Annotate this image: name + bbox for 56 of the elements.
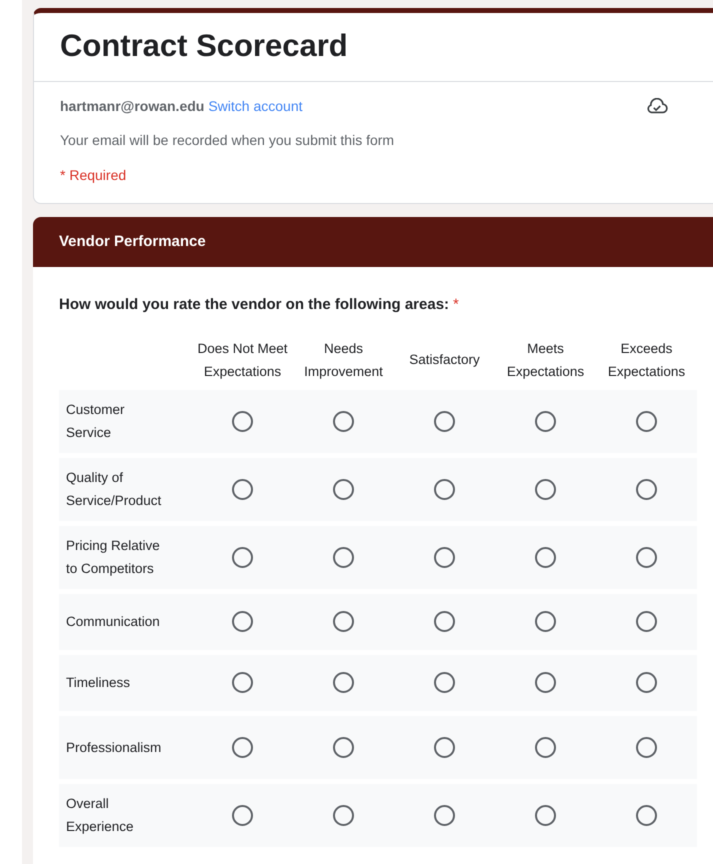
required-mark: * — [453, 295, 459, 315]
radio-button[interactable] — [232, 672, 253, 693]
column-heading: Meets Expectations — [506, 340, 586, 381]
radio-button[interactable] — [535, 478, 556, 500]
radio-button[interactable] — [535, 672, 556, 693]
radio-button[interactable] — [232, 546, 253, 568]
column-heading: Does Not Meet Expectations — [196, 340, 289, 381]
radio-button[interactable] — [232, 804, 253, 826]
radio-button[interactable] — [636, 611, 657, 632]
radio-button[interactable] — [333, 546, 354, 568]
radio-button[interactable] — [535, 611, 556, 632]
radio-button[interactable] — [535, 410, 556, 432]
radio-button[interactable] — [434, 736, 455, 758]
radio-button[interactable] — [636, 804, 657, 826]
radio-button[interactable] — [232, 410, 253, 432]
radio-button[interactable] — [232, 736, 253, 758]
switch-account-link[interactable]: Switch account — [208, 96, 303, 116]
radio-button[interactable] — [636, 546, 657, 568]
radio-button[interactable] — [535, 546, 556, 568]
radio-button[interactable] — [434, 804, 455, 826]
radio-button[interactable] — [636, 410, 657, 432]
radio-button[interactable] — [636, 736, 657, 758]
radio-button[interactable] — [434, 672, 455, 693]
row-label: Communication — [65, 613, 161, 631]
radio-button[interactable] — [333, 736, 354, 758]
radio-button[interactable] — [232, 611, 253, 632]
column-heading: Satisfactory — [408, 351, 481, 369]
radio-button[interactable] — [636, 672, 657, 693]
form-title: Contract Scorecard — [60, 27, 349, 65]
radio-button[interactable] — [333, 611, 354, 632]
row-label: Pricing Relative to Competitors — [65, 537, 161, 578]
required-note: * Required — [60, 166, 128, 185]
column-heading: Exceeds Expectations — [606, 340, 686, 381]
account-email: hartmanr@rowan.edu — [60, 96, 204, 116]
row-label: Overall Experience — [65, 795, 135, 836]
row-label: Quality of Service/Product — [65, 469, 162, 510]
radio-button[interactable] — [434, 478, 455, 500]
column-heading: Needs Improvement — [303, 340, 384, 381]
radio-button[interactable] — [434, 546, 455, 568]
cloud-check-icon — [646, 98, 668, 114]
email-notice: Your email will be recorded when you submit this form — [60, 131, 396, 150]
radio-button[interactable] — [434, 410, 455, 432]
radio-button[interactable] — [434, 611, 455, 632]
section-title: Vendor Performance — [59, 232, 206, 252]
radio-button[interactable] — [333, 672, 354, 693]
row-label: Professionalism — [65, 738, 162, 756]
radio-button[interactable] — [535, 804, 556, 826]
radio-button[interactable] — [333, 410, 354, 432]
question-text: How would you rate the vendor on the following areas: — [59, 295, 450, 315]
row-label: Timeliness — [65, 674, 132, 692]
radio-button[interactable] — [636, 478, 657, 500]
radio-button[interactable] — [333, 478, 354, 500]
radio-button[interactable] — [535, 736, 556, 758]
radio-button[interactable] — [333, 804, 354, 826]
row-label: Customer Service — [65, 401, 126, 442]
radio-button[interactable] — [232, 478, 253, 500]
